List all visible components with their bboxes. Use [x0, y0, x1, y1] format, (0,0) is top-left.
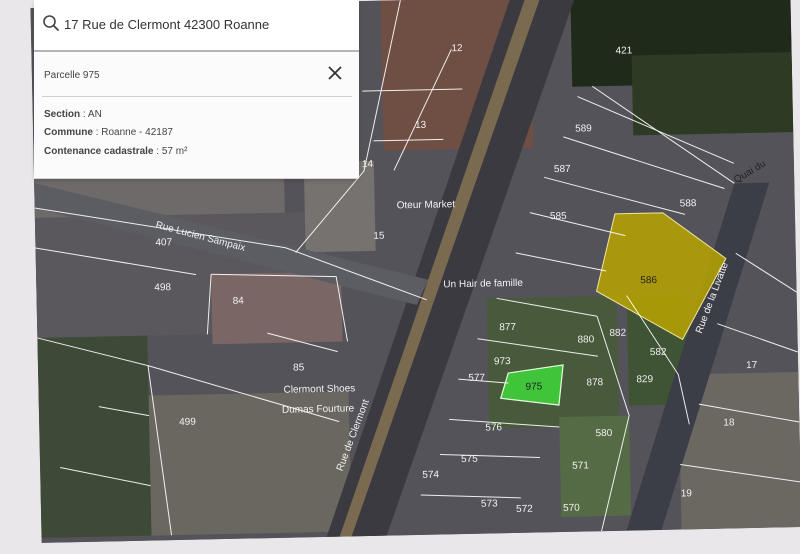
svg-text:17: 17 [746, 360, 758, 371]
svg-text:582: 582 [650, 347, 667, 358]
commune-label: Commune [44, 127, 93, 138]
section-label: Section [44, 109, 81, 120]
svg-text:421: 421 [615, 45, 632, 56]
contenance-row: Contenance cadastrale : 57 m² [44, 146, 188, 157]
parcel-info-panel: Parcelle 975 Section : AN Commune : Roan… [34, 0, 359, 179]
svg-text:829: 829 [636, 374, 653, 385]
svg-text:Un Hair de famille: Un Hair de famille [443, 278, 523, 291]
close-icon[interactable] [326, 64, 344, 82]
svg-text:882: 882 [609, 328, 626, 339]
svg-text:577: 577 [468, 373, 485, 384]
svg-text:15: 15 [373, 231, 385, 242]
svg-text:570: 570 [563, 503, 580, 514]
svg-text:585: 585 [550, 211, 567, 222]
search-bar[interactable] [34, 0, 359, 52]
svg-text:407: 407 [155, 237, 172, 248]
commune-value: Roanne - 42187 [101, 127, 173, 138]
svg-text:Oteur Market: Oteur Market [397, 199, 456, 211]
svg-text:85: 85 [293, 362, 305, 373]
svg-text:880: 880 [577, 334, 594, 345]
commune-row: Commune : Roanne - 42187 [44, 127, 173, 138]
svg-text:Clermont Shoes: Clermont Shoes [283, 383, 355, 395]
svg-text:12: 12 [451, 43, 463, 54]
svg-text:Dumas Fourture: Dumas Fourture [282, 403, 355, 416]
svg-text:572: 572 [516, 504, 533, 515]
svg-text:13: 13 [415, 120, 427, 131]
svg-text:498: 498 [154, 282, 171, 293]
svg-text:975: 975 [525, 381, 542, 392]
svg-text:571: 571 [572, 460, 589, 471]
section-row: Section : AN [44, 109, 102, 120]
svg-text:973: 973 [494, 356, 511, 367]
svg-text:574: 574 [422, 470, 439, 481]
svg-text:877: 877 [499, 322, 516, 333]
svg-text:19: 19 [681, 488, 693, 499]
svg-text:18: 18 [723, 417, 735, 428]
svg-text:589: 589 [575, 123, 592, 134]
svg-text:586: 586 [640, 275, 657, 286]
svg-text:499: 499 [179, 417, 196, 428]
parcel-title: Parcelle 975 [44, 70, 100, 81]
svg-text:588: 588 [680, 198, 697, 209]
screen: 12 13 14 15 589 587 585 586 588 877 880 … [0, 0, 800, 554]
search-input[interactable] [64, 17, 344, 32]
svg-text:878: 878 [586, 377, 603, 388]
section-value: AN [87, 109, 102, 120]
panel-divider [42, 96, 352, 97]
svg-text:14: 14 [362, 159, 374, 170]
svg-text:576: 576 [485, 422, 502, 433]
svg-text:587: 587 [554, 164, 571, 175]
svg-text:575: 575 [461, 454, 478, 465]
svg-text:580: 580 [595, 428, 612, 439]
svg-text:84: 84 [233, 296, 245, 307]
contenance-label: Contenance cadastrale [44, 146, 154, 157]
contenance-value: 57 m² [161, 146, 188, 157]
search-icon[interactable] [42, 14, 60, 32]
svg-text:573: 573 [481, 498, 498, 509]
